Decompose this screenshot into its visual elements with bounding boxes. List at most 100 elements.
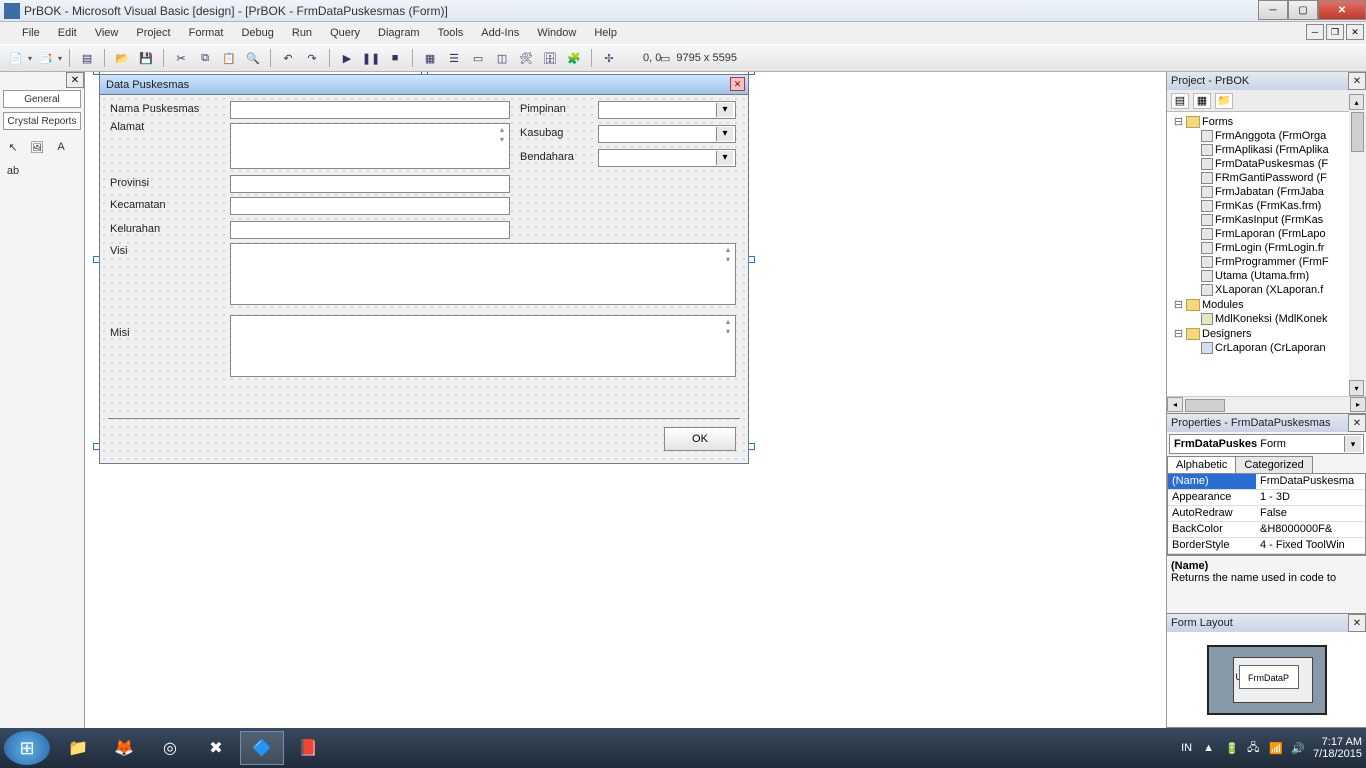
tree-folder-designers[interactable]: Designers <box>1202 328 1252 340</box>
properties-tab-alphabetic[interactable]: Alphabetic <box>1167 456 1236 473</box>
project-panel-close-button[interactable]: ✕ <box>1348 72 1366 90</box>
menu-help[interactable]: Help <box>586 25 625 41</box>
picturebox-tool-icon[interactable]: 🖼 <box>28 138 46 156</box>
formlayout-body[interactable]: U FrmDataP <box>1167 632 1366 727</box>
menu-diagram[interactable]: Diagram <box>370 25 428 41</box>
tree-expander[interactable]: ⊟ <box>1173 327 1184 340</box>
form-designer[interactable]: Data Puskesmas ✕ Nama Puskesmas Alamat P… <box>85 72 1166 728</box>
combo-kasubag[interactable] <box>598 125 736 143</box>
prop-value[interactable]: FrmDataPuskesma <box>1256 474 1365 489</box>
tree-item[interactable]: XLaporan (XLaporan.f <box>1215 284 1323 296</box>
label-tool-icon[interactable]: A <box>52 138 70 156</box>
textbox-tool-icon[interactable]: ab <box>4 162 22 180</box>
prop-name[interactable]: (Name) <box>1168 474 1256 489</box>
tray-clock[interactable]: 7:17 AM 7/18/2015 <box>1313 736 1362 760</box>
task-pdf[interactable]: 📕 <box>286 731 330 765</box>
tree-item[interactable]: FrmProgrammer (FrmF <box>1215 256 1329 268</box>
find-button[interactable]: 🔍 <box>243 48 263 68</box>
tree-item[interactable]: FrmKasInput (FrmKas <box>1215 214 1323 226</box>
undo-button[interactable]: ↶ <box>278 48 298 68</box>
mdi-minimize-button[interactable]: ─ <box>1306 24 1324 40</box>
tree-expander[interactable]: ⊟ <box>1173 298 1184 311</box>
tree-item[interactable]: FrmLogin (FrmLogin.fr <box>1215 242 1324 254</box>
window-close-button[interactable]: ✕ <box>1318 0 1366 20</box>
tray-network-icon[interactable]: 🖧 <box>1247 739 1261 758</box>
add-form-button[interactable]: 📑 <box>36 48 56 68</box>
project-hscrollbar[interactable]: ◂▸ <box>1167 396 1366 413</box>
tray-wifi-icon[interactable]: 📶 <box>1269 742 1283 755</box>
menu-query[interactable]: Query <box>322 25 368 41</box>
tree-item[interactable]: FrmJabatan (FrmJaba <box>1215 186 1324 198</box>
tree-item[interactable]: FrmKas (FrmKas.frm) <box>1215 200 1321 212</box>
combo-bendahara[interactable] <box>598 149 736 167</box>
tray-battery-icon[interactable]: 🔋 <box>1225 742 1239 755</box>
view-code-button[interactable]: ▤ <box>1171 93 1189 109</box>
pointer-tool-icon[interactable]: ↖ <box>4 138 22 156</box>
menu-edit[interactable]: Edit <box>50 25 85 41</box>
project-tree[interactable]: ⊟Forms FrmAnggota (FrmOrga FrmAplikasi (… <box>1167 112 1366 396</box>
tree-expander[interactable]: ⊟ <box>1173 115 1184 128</box>
menu-format[interactable]: Format <box>181 25 232 41</box>
properties-panel-close-button[interactable]: ✕ <box>1348 414 1366 432</box>
toggle-folders-button[interactable]: 📁 <box>1215 93 1233 109</box>
tree-folder-modules[interactable]: Modules <box>1202 299 1244 311</box>
prop-name[interactable]: AutoRedraw <box>1168 506 1256 521</box>
task-chrome[interactable]: ◎ <box>148 731 192 765</box>
break-button[interactable]: ❚❚ <box>361 48 381 68</box>
menu-tools[interactable]: Tools <box>430 25 472 41</box>
tree-item[interactable]: FrmAnggota (FrmOrga <box>1215 130 1326 142</box>
ok-button[interactable]: OK <box>664 427 736 451</box>
mdi-restore-button[interactable]: ❐ <box>1326 24 1344 40</box>
prop-name[interactable]: Appearance <box>1168 490 1256 505</box>
window-minimize-button[interactable]: ─ <box>1258 0 1288 20</box>
copy-button[interactable]: ⧉ <box>195 48 215 68</box>
start-button[interactable]: ▶ <box>337 48 357 68</box>
tray-lang[interactable]: IN <box>1181 742 1195 754</box>
project-vscrollbar[interactable]: ▴▾ <box>1349 94 1366 396</box>
toolbox-tab-crystal[interactable]: Crystal Reports <box>3 112 81 130</box>
combo-pimpinan[interactable] <box>598 101 736 119</box>
design-form[interactable]: Data Puskesmas ✕ Nama Puskesmas Alamat P… <box>99 74 749 464</box>
input-kelurahan[interactable] <box>230 221 510 239</box>
menu-file[interactable]: File <box>14 25 48 41</box>
dropdown-arrow-icon[interactable]: ▾ <box>58 54 62 63</box>
tree-item[interactable]: FrmDataPuskesmas (F <box>1215 158 1328 170</box>
textarea-visi[interactable] <box>230 243 736 305</box>
tray-flag-icon[interactable]: ▲ <box>1203 742 1217 754</box>
cut-button[interactable]: ✂ <box>171 48 191 68</box>
tree-item[interactable]: Utama (Utama.frm) <box>1215 270 1309 282</box>
properties-window-button[interactable]: ☰ <box>444 48 464 68</box>
task-firefox[interactable]: 🦊 <box>102 731 146 765</box>
menu-window[interactable]: Window <box>529 25 584 41</box>
design-form-body[interactable]: Nama Puskesmas Alamat Provinsi Kecamatan… <box>100 95 748 463</box>
dropdown-arrow-icon[interactable]: ▾ <box>28 54 32 63</box>
properties-grid[interactable]: (Name)FrmDataPuskesma Appearance1 - 3D A… <box>1167 473 1366 555</box>
save-button[interactable]: 💾 <box>136 48 156 68</box>
component-manager-button[interactable]: 🧩 <box>564 48 584 68</box>
formlayout-form-thumb[interactable]: FrmDataP <box>1239 665 1299 689</box>
form-layout-button[interactable]: ▭ <box>468 48 488 68</box>
mdi-close-button[interactable]: ✕ <box>1346 24 1364 40</box>
menu-debug[interactable]: Debug <box>233 25 281 41</box>
tree-item[interactable]: CrLaporan (CrLaporan <box>1215 342 1326 354</box>
tree-item[interactable]: FrmLaporan (FrmLapo <box>1215 228 1326 240</box>
toolbox-close-button[interactable]: ✕ <box>66 72 84 88</box>
tree-item[interactable]: MdlKoneksi (MdlKonek <box>1215 313 1328 325</box>
properties-tab-categorized[interactable]: Categorized <box>1235 456 1312 473</box>
tray-volume-icon[interactable]: 🔊 <box>1291 742 1305 755</box>
formlayout-panel-close-button[interactable]: ✕ <box>1348 614 1366 632</box>
add-project-button[interactable]: 📄 <box>6 48 26 68</box>
data-view-button[interactable]: 🗄 <box>540 48 560 68</box>
input-nama[interactable] <box>230 101 510 119</box>
object-browser-button[interactable]: ◫ <box>492 48 512 68</box>
prop-value[interactable]: False <box>1256 506 1365 521</box>
menu-project[interactable]: Project <box>128 25 178 41</box>
prop-name[interactable]: BackColor <box>1168 522 1256 537</box>
open-button[interactable]: 📂 <box>112 48 132 68</box>
tree-item[interactable]: FrmAplikasi (FrmAplika <box>1215 144 1329 156</box>
toolbox-button[interactable]: 🛠 <box>516 48 536 68</box>
view-object-button[interactable]: ▦ <box>1193 93 1211 109</box>
input-provinsi[interactable] <box>230 175 510 193</box>
task-vb6[interactable]: 🔷 <box>240 731 284 765</box>
window-maximize-button[interactable]: ▢ <box>1288 0 1318 20</box>
